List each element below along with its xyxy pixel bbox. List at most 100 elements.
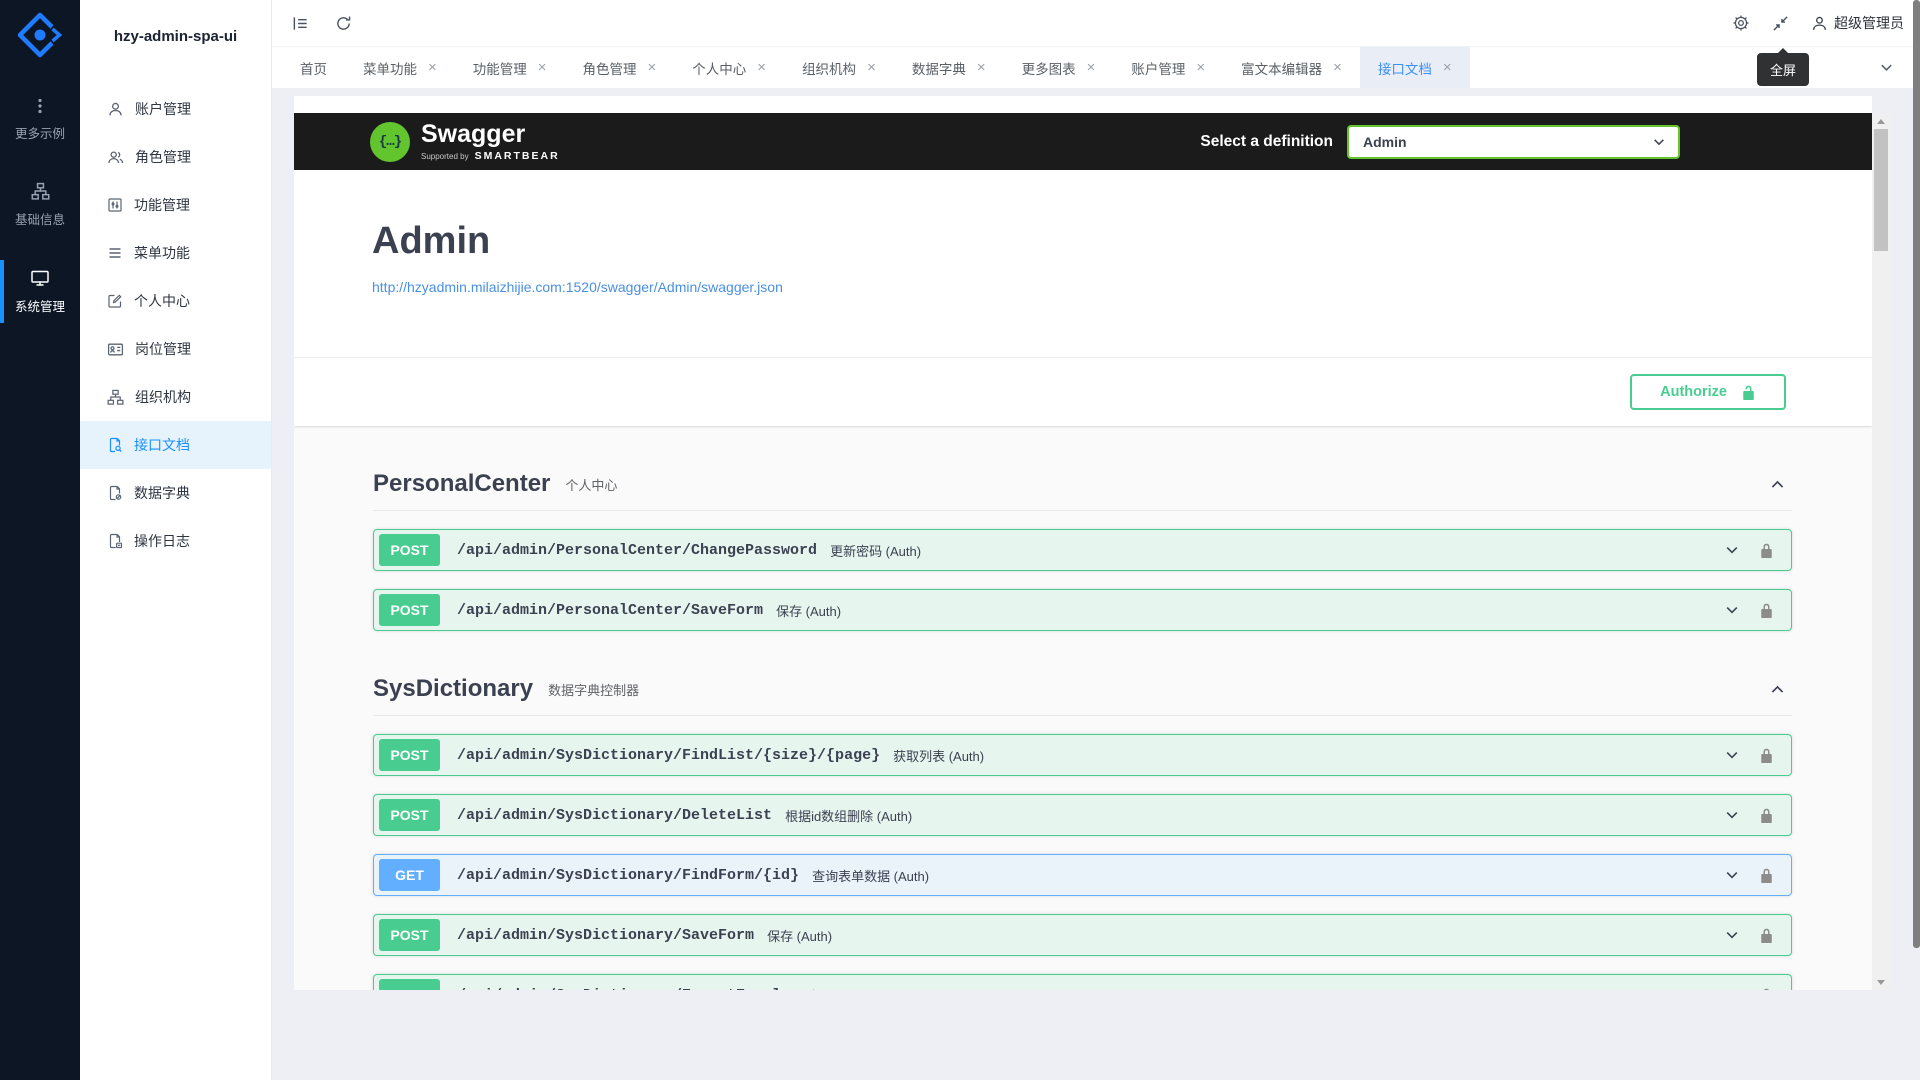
secondary-sidebar: hzy-admin-spa-ui 账户管理 角色管理 功能管理 菜单功能 个人中…	[80, 0, 272, 1080]
sidebar-item[interactable]: 组织机构	[80, 373, 271, 421]
page-scrollbar-thumb[interactable]	[1913, 0, 1920, 948]
chevron-down-icon[interactable]	[1724, 987, 1740, 990]
authorize-label: Authorize	[1660, 384, 1727, 400]
tab-item[interactable]: 首页	[282, 47, 345, 88]
tab-item[interactable]: 数据字典 ×	[894, 47, 1004, 88]
chevron-down-icon[interactable]	[1724, 807, 1740, 823]
close-icon[interactable]: ×	[867, 60, 876, 75]
diamond-logo-icon	[15, 10, 65, 60]
method-badge: POST	[379, 799, 440, 831]
swagger-topbar: {…} Swagger Supported by SMARTBEAR Selec…	[294, 113, 1872, 170]
menu-fold-icon[interactable]	[292, 15, 309, 32]
tab-item[interactable]: 账户管理 ×	[1113, 47, 1223, 88]
close-icon[interactable]: ×	[1443, 60, 1452, 75]
sidebar-item[interactable]: 功能管理	[80, 181, 271, 229]
rail-item[interactable]: 系统管理	[0, 255, 80, 328]
chevron-down-icon[interactable]	[1724, 927, 1740, 943]
lock-icon[interactable]	[1759, 928, 1774, 943]
user-icon	[107, 101, 124, 118]
tab-item[interactable]: 个人中心 ×	[674, 47, 784, 88]
method-badge: POST	[379, 534, 440, 566]
sidebar-item[interactable]: 个人中心	[80, 277, 271, 325]
endpoint-path: /api/admin/SysDictionary/SaveForm	[457, 927, 754, 944]
chevron-down-icon[interactable]	[1724, 602, 1740, 618]
endpoint-row[interactable]: POST /api/admin/SysDictionary/DeleteList…	[373, 794, 1792, 836]
lock-icon[interactable]	[1759, 603, 1774, 618]
tab-item[interactable]: 更多图表 ×	[1004, 47, 1114, 88]
chevron-up-icon[interactable]	[1769, 681, 1786, 698]
endpoint-row[interactable]: POST /api/admin/PersonalCenter/ChangePas…	[373, 529, 1792, 571]
user-menu[interactable]: 超级管理员	[1811, 13, 1904, 33]
lock-icon[interactable]	[1759, 748, 1774, 763]
close-icon[interactable]: ×	[1333, 60, 1342, 75]
close-icon[interactable]: ×	[648, 60, 657, 75]
chevron-down-icon[interactable]	[1724, 867, 1740, 883]
sidebar-item[interactable]: 账户管理	[80, 85, 271, 133]
rail-item[interactable]: 更多示例	[0, 84, 80, 155]
endpoint-path: /api/admin/SysDictionary/ExportExcel	[457, 987, 781, 991]
section-header[interactable]: PersonalCenter 个人中心	[373, 470, 1792, 511]
chevron-down-icon	[1652, 135, 1666, 149]
user-name: 超级管理员	[1834, 13, 1904, 33]
close-icon[interactable]: ×	[1196, 60, 1205, 75]
section-header[interactable]: SysDictionary 数据字典控制器	[373, 675, 1792, 716]
tab-item[interactable]: 接口文档 ×	[1360, 47, 1470, 88]
endpoint-path: /api/admin/SysDictionary/FindForm/{id}	[457, 867, 799, 884]
close-icon[interactable]: ×	[428, 60, 437, 75]
definition-select[interactable]: Admin	[1347, 125, 1680, 159]
lock-icon[interactable]	[1759, 868, 1774, 883]
spec-url-link[interactable]: http://hzyadmin.milaizhijie.com:1520/swa…	[372, 279, 783, 295]
sidebar-item[interactable]: 岗位管理	[80, 325, 271, 373]
endpoint-row[interactable]: POST /api/admin/SysDictionary/FindList/{…	[373, 734, 1792, 776]
close-icon[interactable]: ×	[538, 60, 547, 75]
swagger-scrollbar-thumb[interactable]	[1874, 129, 1888, 251]
settings-gear-icon[interactable]	[1732, 14, 1750, 32]
endpoint-summary: 导出Excel (Auth)	[794, 986, 891, 991]
swagger-scrollbar[interactable]	[1872, 113, 1890, 990]
top-header: 超级管理员	[272, 0, 1920, 47]
swagger-braces-icon: {…}	[370, 122, 410, 162]
close-icon[interactable]: ×	[977, 60, 986, 75]
lock-icon[interactable]	[1759, 543, 1774, 558]
scroll-up-arrow[interactable]	[1872, 114, 1890, 128]
tab-item[interactable]: 富文本编辑器 ×	[1223, 47, 1360, 88]
monitor-icon	[30, 268, 50, 288]
fullscreen-icon[interactable]	[1772, 15, 1789, 32]
sidebar-item[interactable]: 数据字典	[80, 469, 271, 517]
authorize-button[interactable]: Authorize	[1630, 374, 1786, 410]
chevron-up-icon[interactable]	[1769, 476, 1786, 493]
endpoint-row[interactable]: POST /api/admin/SysDictionary/SaveForm 保…	[373, 914, 1792, 956]
refresh-icon[interactable]	[335, 15, 352, 32]
close-icon[interactable]: ×	[757, 60, 766, 75]
lock-icon[interactable]	[1759, 808, 1774, 823]
endpoint-summary: 获取列表 (Auth)	[893, 746, 984, 765]
method-badge: GET	[379, 859, 440, 891]
tab-item[interactable]: 功能管理 ×	[455, 47, 565, 88]
close-icon[interactable]: ×	[1087, 60, 1096, 75]
sidebar-item[interactable]: 角色管理	[80, 133, 271, 181]
chevron-down-icon[interactable]	[1724, 542, 1740, 558]
endpoint-row[interactable]: POST /api/admin/PersonalCenter/SaveForm …	[373, 589, 1792, 631]
tab-list-chevron-down-icon[interactable]	[1879, 47, 1894, 88]
endpoint-path: /api/admin/SysDictionary/DeleteList	[457, 807, 772, 824]
primary-rail: 更多示例 基础信息 系统管理	[0, 0, 80, 1080]
scroll-down-arrow[interactable]	[1872, 975, 1890, 989]
app-logo[interactable]	[15, 10, 65, 60]
tab-item[interactable]: 菜单功能 ×	[345, 47, 455, 88]
rail-item[interactable]: 基础信息	[0, 169, 80, 241]
endpoint-row[interactable]: GET /api/admin/SysDictionary/FindForm/{i…	[373, 854, 1792, 896]
sidebar-item[interactable]: 菜单功能	[80, 229, 271, 277]
lock-icon[interactable]	[1759, 988, 1774, 991]
supported-by-label: Supported by	[421, 152, 469, 161]
sidebar-item[interactable]: 操作日志	[80, 517, 271, 565]
endpoint-path: /api/admin/PersonalCenter/SaveForm	[457, 602, 763, 619]
endpoint-row[interactable]: POST /api/admin/SysDictionary/ExportExce…	[373, 974, 1792, 990]
chevron-down-icon[interactable]	[1724, 747, 1740, 763]
smartbear-brand: SMARTBEAR	[475, 150, 560, 162]
tab-item[interactable]: 角色管理 ×	[565, 47, 675, 88]
tab-bar: 首页 菜单功能 × 功能管理 × 角色管理 × 个人中心 × 组织机构 × 数据…	[272, 47, 1920, 88]
definition-select-value: Admin	[1363, 134, 1407, 150]
tab-item[interactable]: 组织机构 ×	[784, 47, 894, 88]
sidebar-item[interactable]: 接口文档	[80, 421, 271, 469]
api-title: Admin	[372, 220, 1872, 263]
